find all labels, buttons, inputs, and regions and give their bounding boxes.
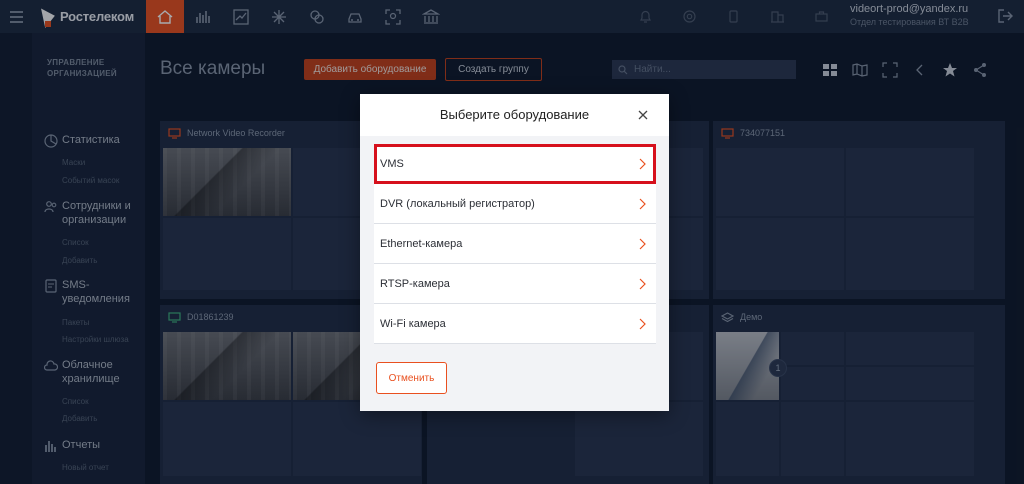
option-vms[interactable]: VMS xyxy=(374,144,656,184)
option-label: VMS xyxy=(380,157,404,170)
close-icon[interactable] xyxy=(637,108,649,120)
select-equipment-dialog: Выберите оборудование VMS DVR (локальный… xyxy=(360,94,669,411)
option-wifi-camera[interactable]: Wi-Fi камера xyxy=(374,304,656,344)
chevron-right-icon xyxy=(639,278,646,290)
dialog-title: Выберите оборудование xyxy=(439,107,590,122)
chevron-right-icon xyxy=(639,158,646,170)
option-label: DVR (локальный регистратор) xyxy=(380,197,535,210)
option-rtsp-camera[interactable]: RTSP-камера xyxy=(374,264,656,304)
option-label: Wi-Fi камера xyxy=(380,317,446,330)
cancel-button[interactable]: Отменить xyxy=(376,362,447,394)
option-dvr[interactable]: DVR (локальный регистратор) xyxy=(374,184,656,224)
chevron-right-icon xyxy=(639,198,646,210)
chevron-right-icon xyxy=(639,238,646,250)
option-label: RTSP-камера xyxy=(380,277,450,290)
option-label: Ethernet-камера xyxy=(380,237,463,250)
chevron-right-icon xyxy=(639,318,646,330)
option-ethernet-camera[interactable]: Ethernet-камера xyxy=(374,224,656,264)
